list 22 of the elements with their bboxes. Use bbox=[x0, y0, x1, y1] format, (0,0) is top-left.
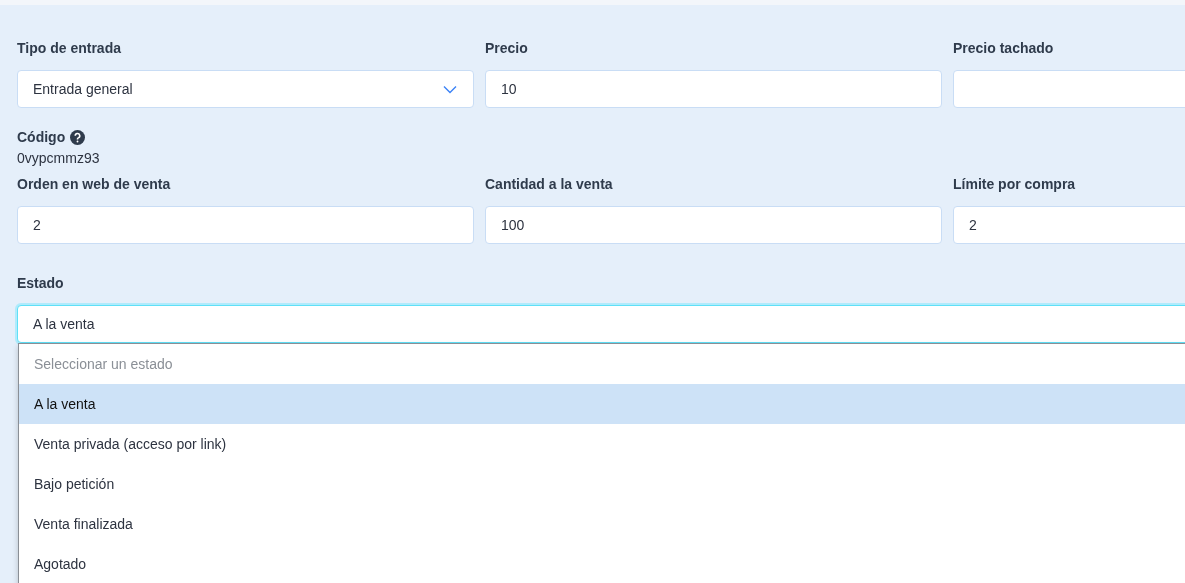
field-label: Estado bbox=[17, 275, 64, 292]
dropdown-option[interactable]: A la venta bbox=[19, 384, 1185, 424]
field-label: Orden en web de venta bbox=[17, 176, 171, 193]
select-field[interactable]: Entrada general bbox=[17, 70, 474, 108]
dropdown-option[interactable]: Agotado bbox=[19, 544, 1185, 583]
input-field[interactable]: 100 bbox=[485, 206, 942, 244]
field-label: Límite por compra bbox=[953, 176, 1076, 193]
field-label: Cantidad a la venta bbox=[485, 176, 613, 193]
chevron-down-icon bbox=[443, 84, 457, 94]
field-label: Precio tachado bbox=[953, 40, 1054, 57]
dropdown-option[interactable]: Venta privada (acceso por link) bbox=[19, 424, 1185, 464]
select-field[interactable]: A la venta bbox=[17, 305, 1185, 343]
dropdown-option[interactable]: Venta finalizada bbox=[19, 504, 1185, 544]
field-label: Precio bbox=[485, 40, 528, 57]
help-icon[interactable] bbox=[70, 130, 86, 145]
input-field[interactable]: 2 bbox=[953, 206, 1185, 244]
code-label: Código bbox=[17, 129, 66, 146]
input-field[interactable]: 2 bbox=[17, 206, 474, 244]
input-field[interactable]: 10 bbox=[485, 70, 942, 108]
code-value: 0vypcmmz93 bbox=[17, 150, 100, 166]
dropdown-option[interactable]: Bajo petición bbox=[19, 464, 1185, 504]
field-label: Tipo de entrada bbox=[17, 40, 121, 57]
